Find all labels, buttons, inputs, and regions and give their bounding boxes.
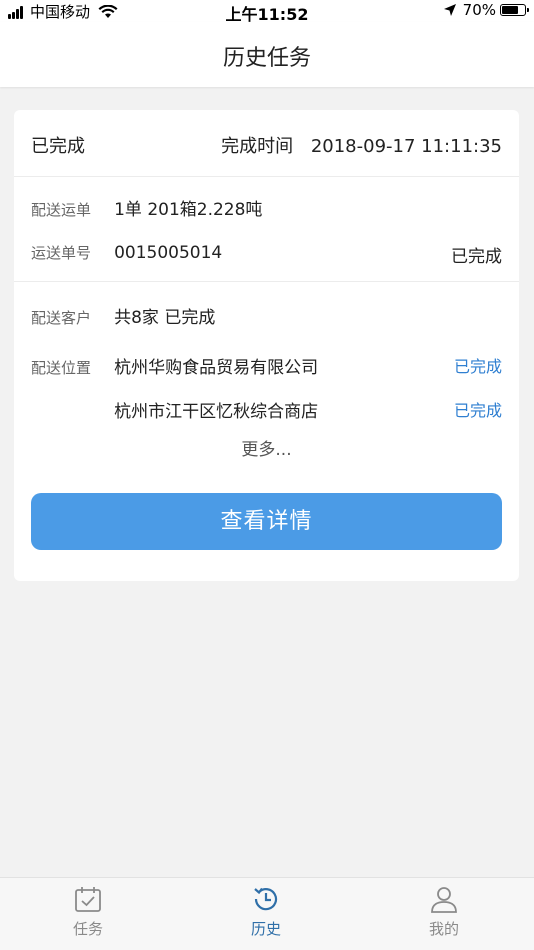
- location-row-1: 配送位置 杭州华购食品贸易有限公司 已完成: [31, 353, 502, 378]
- location-name: 杭州市江干区忆秋综合商店: [114, 402, 319, 422]
- battery-icon: [500, 4, 529, 16]
- status-right: 70%: [443, 1, 529, 19]
- task-status: 已完成: [31, 136, 85, 157]
- tab-history[interactable]: 历史: [216, 884, 316, 939]
- waybill-no-row: 运送单号 0015005014 已完成: [31, 242, 502, 267]
- page-title: 历史任务: [222, 46, 311, 71]
- location-name: 杭州华购食品贸易有限公司: [114, 358, 319, 378]
- location-arrow-icon: [443, 4, 456, 16]
- location-row-2: 杭州市江干区忆秋综合商店 已完成: [31, 397, 502, 422]
- status-bar: 中国移动 上午11:52 70%: [0, 0, 534, 24]
- completion-time: 完成时间 2018-09-17 11:11:35: [221, 132, 502, 158]
- customer-value: 共8家 已完成: [114, 308, 216, 328]
- waybill-status: 已完成: [451, 247, 502, 267]
- tab-tasks[interactable]: 任务: [38, 884, 138, 939]
- history-task-card: 已完成 完成时间 2018-09-17 11:11:35 配送运单 1单 201…: [14, 110, 519, 581]
- history-icon: [254, 887, 278, 911]
- card-header: 已完成 完成时间 2018-09-17 11:11:35: [14, 110, 519, 177]
- location-status: 已完成: [453, 357, 502, 376]
- waybill-no-label: 运送单号: [31, 244, 92, 262]
- user-icon: [431, 887, 457, 913]
- tab-bar: 任务 历史 我的: [0, 877, 534, 950]
- calendar-check-icon: [75, 887, 101, 912]
- tab-profile-label: 我的: [428, 920, 459, 938]
- tab-profile[interactable]: 我的: [394, 884, 494, 939]
- waybill-no-value: 0015005014: [114, 243, 223, 263]
- delivery-waybill-row: 配送运单 1单 201箱2.228吨: [31, 195, 502, 220]
- delivery-waybill-label: 配送运单: [31, 201, 92, 219]
- more-link[interactable]: 更多...: [14, 435, 519, 460]
- location-status: 已完成: [453, 401, 502, 420]
- completion-time-label: 完成时间: [221, 136, 294, 157]
- customer-label: 配送客户: [31, 309, 92, 327]
- battery-percent: 70%: [462, 1, 496, 19]
- tab-tasks-label: 任务: [72, 920, 103, 938]
- completion-time-value: 2018-09-17 11:11:35: [310, 136, 502, 157]
- customer-row: 配送客户 共8家 已完成: [31, 303, 502, 328]
- delivery-waybill-value: 1单 201箱2.228吨: [114, 200, 263, 220]
- tab-history-label: 历史: [250, 920, 281, 938]
- view-details-button[interactable]: 查看详情: [31, 493, 502, 550]
- nav-header: 历史任务: [0, 22, 534, 87]
- location-label: 配送位置: [31, 359, 92, 377]
- waybill-section: 配送运单 1单 201箱2.228吨 运送单号 0015005014 已完成: [14, 176, 519, 282]
